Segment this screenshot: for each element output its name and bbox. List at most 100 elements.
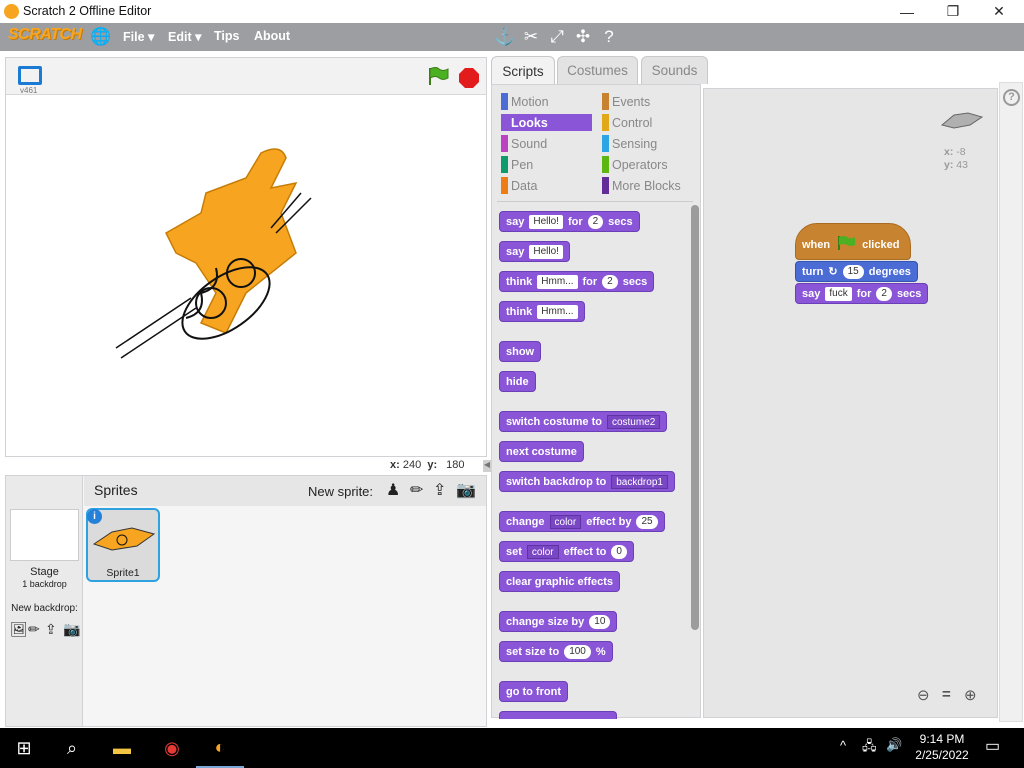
collapse-arrow-icon[interactable]: ◀ bbox=[483, 460, 491, 472]
block-part-two[interactable]: 2 bbox=[876, 286, 892, 301]
sprite-paint-icon[interactable]: ✏ bbox=[410, 480, 423, 500]
network-icon[interactable]: 🖧 bbox=[862, 737, 877, 759]
help-side-icon[interactable]: ? bbox=[1003, 89, 1020, 106]
backdrop-brush-icon[interactable]: ✏ bbox=[28, 621, 40, 638]
block-part-two[interactable]: 2 bbox=[602, 274, 618, 289]
hat-block-when-flag[interactable]: when clicked bbox=[795, 223, 911, 260]
block-part-two[interactable]: 2 bbox=[587, 214, 604, 229]
block-part-color[interactable]: color bbox=[549, 514, 582, 529]
stage[interactable]: v461 bbox=[5, 57, 487, 457]
block-part-hello[interactable]: Hello! bbox=[529, 244, 563, 259]
category-operators[interactable]: Operators bbox=[602, 156, 697, 173]
block-say-fuck[interactable]: say fuck for 2 secs bbox=[795, 283, 929, 304]
file-explorer-icon[interactable]: ▬ bbox=[98, 728, 146, 768]
category-data[interactable]: Data bbox=[501, 177, 591, 194]
block-part-twentyfive[interactable]: 25 bbox=[636, 514, 658, 529]
block-part-word[interactable]: fuck bbox=[825, 286, 852, 301]
stage-thumbnail[interactable] bbox=[10, 509, 79, 561]
presentation-mode-icon[interactable] bbox=[18, 66, 42, 85]
category-sound[interactable]: Sound bbox=[501, 135, 591, 152]
block-part-fifteen[interactable]: 15 bbox=[842, 264, 864, 279]
block-switch-costume[interactable]: switch costume to costume2 bbox=[499, 411, 668, 432]
tab-scripts[interactable]: Scripts bbox=[491, 56, 555, 86]
sprite-upload-icon[interactable]: ⇪ bbox=[433, 480, 446, 500]
volume-icon[interactable]: 🔊 bbox=[886, 737, 902, 753]
sprite1-tile[interactable]: i Sprite1 bbox=[86, 508, 160, 582]
zoom-reset-icon[interactable]: = bbox=[942, 686, 951, 703]
category-sensing[interactable]: Sensing bbox=[602, 135, 697, 152]
tab-sounds[interactable]: Sounds bbox=[641, 56, 708, 84]
scratch-taskbar-icon[interactable]: ◐ bbox=[196, 728, 244, 768]
backdrop-paint-icon[interactable]: 🖼 bbox=[10, 621, 28, 638]
block-show[interactable]: show bbox=[499, 341, 542, 362]
block-part-hundred[interactable]: 100 bbox=[564, 644, 591, 659]
block-set-effect[interactable]: set color effect to 0 bbox=[499, 541, 634, 562]
block-part-hello[interactable]: Hello! bbox=[529, 214, 563, 229]
block-change-size[interactable]: change size by 10 bbox=[499, 611, 618, 632]
duplicate-icon[interactable]: ⚓ bbox=[494, 27, 515, 47]
clock-time[interactable]: 9:14 PM bbox=[916, 732, 968, 746]
close-button[interactable]: ✕ bbox=[976, 0, 1022, 23]
block-go-front[interactable]: go to front bbox=[499, 681, 568, 702]
block-turn-degrees[interactable]: turn ↻ 15 degrees bbox=[795, 261, 918, 282]
block-say[interactable]: say Hello! bbox=[499, 241, 570, 262]
start-icon[interactable]: ⊞ bbox=[0, 728, 48, 768]
block-part-zero[interactable]: 0 bbox=[611, 544, 627, 559]
block-change-effect[interactable]: change color effect by 25 bbox=[499, 511, 665, 532]
block-part-costume2[interactable]: costume2 bbox=[606, 414, 661, 429]
help-icon[interactable]: ? bbox=[599, 27, 619, 47]
block-partial[interactable] bbox=[499, 711, 617, 719]
shrink-icon[interactable]: ✣ bbox=[573, 27, 593, 47]
info-icon[interactable]: i bbox=[87, 509, 102, 524]
block-part-hmm[interactable]: Hmm... bbox=[537, 274, 578, 289]
category-looks[interactable]: Looks bbox=[501, 114, 592, 131]
backdrop-camera-icon[interactable]: 📷 bbox=[63, 621, 80, 638]
block-clear-effects[interactable]: clear graphic effects bbox=[499, 571, 620, 592]
block-think[interactable]: think Hmm... bbox=[499, 301, 585, 322]
block-part-ten[interactable]: 10 bbox=[589, 614, 611, 629]
sprite-drawing[interactable] bbox=[106, 143, 326, 373]
zoom-out-icon[interactable]: ⊖ bbox=[917, 686, 930, 704]
search-icon[interactable]: ⌕ bbox=[48, 728, 96, 768]
block-switch-backdrop[interactable]: switch backdrop to backdrop1 bbox=[499, 471, 675, 492]
category-control[interactable]: Control bbox=[602, 114, 697, 131]
green-flag-icon[interactable] bbox=[427, 66, 449, 86]
scripts-area[interactable]: x: -8 y: 43 when clicked turn ↻ 15 degrees … bbox=[703, 88, 998, 718]
stop-icon[interactable] bbox=[458, 67, 480, 89]
category-more-blocks[interactable]: More Blocks bbox=[602, 177, 697, 194]
backdrop-upload-icon[interactable]: ⇪ bbox=[45, 621, 57, 638]
block-part-backdrop1[interactable]: backdrop1 bbox=[611, 474, 668, 489]
help-side-tab[interactable]: ? bbox=[999, 82, 1023, 722]
category-events[interactable]: Events bbox=[602, 93, 697, 110]
scratch-logo[interactable]: SCRATCH bbox=[8, 26, 82, 44]
zoom-in-icon[interactable]: ⊕ bbox=[964, 686, 977, 704]
show-hidden-icons[interactable]: ^ bbox=[840, 738, 846, 753]
sprite-camera-icon[interactable]: 📷 bbox=[456, 480, 476, 500]
globe-icon[interactable]: 🌐 bbox=[90, 27, 111, 47]
delete-icon[interactable]: ✂ bbox=[521, 27, 541, 47]
block-part-hmm[interactable]: Hmm... bbox=[537, 304, 578, 319]
block-think-for-secs[interactable]: think Hmm... for 2 secs bbox=[499, 271, 655, 292]
block-set-size[interactable]: set size to 100% bbox=[499, 641, 613, 662]
app-icon bbox=[4, 4, 19, 19]
notifications-icon[interactable]: ▭ bbox=[985, 736, 1000, 756]
chrome-icon[interactable]: ◉ bbox=[148, 728, 196, 768]
clock-date[interactable]: 2/25/2022 bbox=[909, 748, 975, 762]
tab-costumes[interactable]: Costumes bbox=[557, 56, 638, 84]
block-hide[interactable]: hide bbox=[499, 371, 536, 392]
block-part-color[interactable]: color bbox=[526, 544, 559, 559]
minimize-button[interactable]: — bbox=[884, 0, 930, 23]
file-menu[interactable]: File ▾ bbox=[123, 29, 154, 44]
grow-icon[interactable]: ⤢ bbox=[547, 27, 567, 47]
tips-menu[interactable]: Tips bbox=[214, 29, 239, 43]
about-menu[interactable]: About bbox=[254, 29, 290, 43]
category-data-label: Data bbox=[511, 178, 538, 193]
block-say-for-secs[interactable]: say Hello! for 2 secs bbox=[499, 211, 640, 232]
palette-scrollbar[interactable] bbox=[691, 205, 699, 630]
category-motion[interactable]: Motion bbox=[501, 93, 591, 110]
sprite-library-icon[interactable]: ♟ bbox=[386, 480, 400, 500]
category-pen[interactable]: Pen bbox=[501, 156, 591, 173]
block-next-costume[interactable]: next costume bbox=[499, 441, 584, 462]
maximize-button[interactable]: ❐ bbox=[930, 0, 976, 23]
edit-menu[interactable]: Edit ▾ bbox=[168, 29, 201, 44]
